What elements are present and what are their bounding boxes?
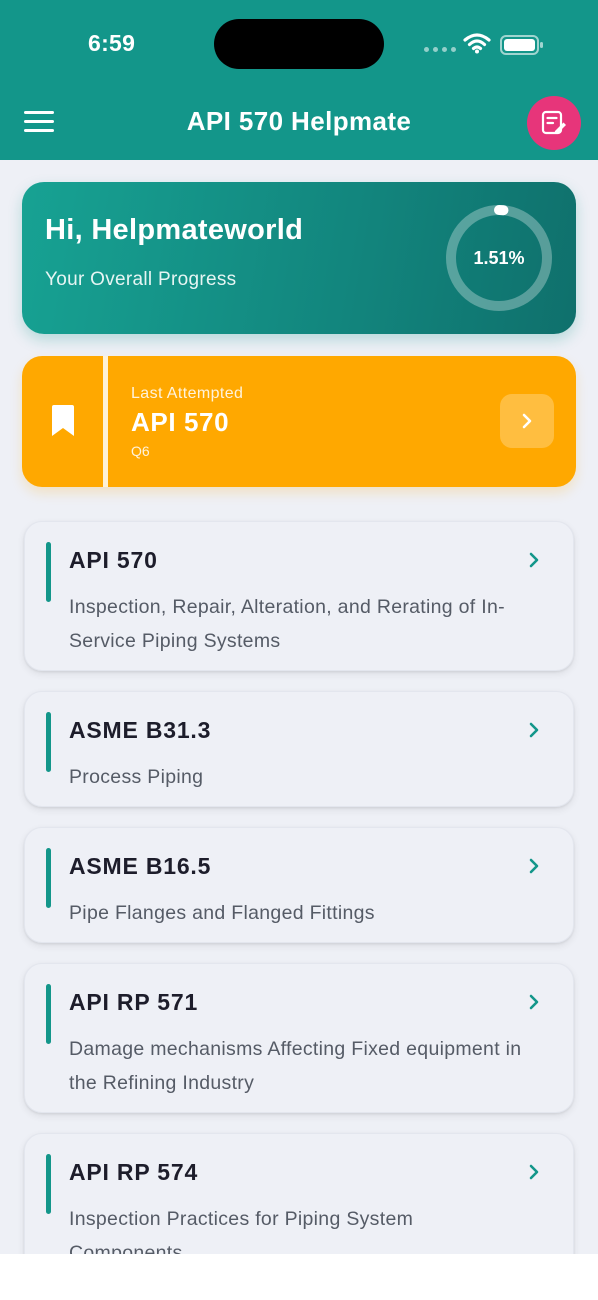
book-card-api-570[interactable]: API 570 Inspection, Repair, Alteration, … bbox=[24, 521, 574, 671]
book-title: API 570 bbox=[69, 547, 158, 573]
cellular-signal-icon bbox=[424, 47, 456, 52]
progress-percent: 1.51% bbox=[473, 247, 525, 268]
status-time: 6:59 bbox=[88, 30, 136, 56]
chevron-right-icon bbox=[529, 994, 539, 1010]
last-attempted-divider bbox=[103, 356, 108, 487]
app-header: 6:59 API 570 Helpmate bbox=[0, 0, 598, 160]
book-title: API RP 574 bbox=[69, 1159, 199, 1185]
accent-bar bbox=[46, 1154, 51, 1214]
battery-icon bbox=[500, 35, 543, 55]
book-card-asme-b16-5[interactable]: ASME B16.5 Pipe Flanges and Flanged Fitt… bbox=[24, 827, 574, 943]
chevron-right-icon bbox=[522, 413, 532, 429]
chevron-right-icon bbox=[529, 552, 539, 568]
app-screen: 6:59 API 570 Helpmate Hi, Helpmateworld … bbox=[0, 0, 598, 1300]
accent-bar bbox=[46, 848, 51, 908]
last-attempted-label: Last Attempted bbox=[131, 385, 244, 402]
book-description: Pipe Flanges and Flanged Fittings bbox=[69, 902, 375, 924]
last-attempted-question: Q6 bbox=[131, 443, 150, 459]
accent-bar bbox=[46, 542, 51, 602]
book-title: API RP 571 bbox=[69, 989, 199, 1015]
wifi-icon bbox=[463, 33, 491, 54]
last-attempted-title: API 570 bbox=[131, 407, 230, 437]
book-description: Process Piping bbox=[69, 766, 204, 788]
dynamic-island bbox=[214, 19, 384, 69]
book-description: Inspection, Repair, Alteration, and Rera… bbox=[69, 596, 505, 652]
book-description: Damage mechanisms Affecting Fixed equipm… bbox=[69, 1038, 522, 1094]
app-title: API 570 Helpmate bbox=[186, 106, 412, 136]
progress-card: Hi, Helpmateworld Your Overall Progress … bbox=[22, 182, 576, 334]
bookmark-icon bbox=[52, 405, 74, 436]
chevron-right-icon bbox=[529, 722, 539, 738]
book-title: ASME B16.5 bbox=[69, 853, 212, 879]
greeting-text: Hi, Helpmateworld bbox=[45, 214, 304, 246]
accent-bar bbox=[46, 712, 51, 772]
book-title: ASME B31.3 bbox=[69, 717, 212, 743]
resume-button[interactable] bbox=[500, 394, 554, 448]
accent-bar bbox=[46, 984, 51, 1044]
chevron-right-icon bbox=[529, 1164, 539, 1180]
last-attempted-card[interactable]: Last Attempted API 570 Q6 bbox=[22, 356, 576, 487]
book-card-api-rp-571[interactable]: API RP 571 Damage mechanisms Affecting F… bbox=[24, 963, 574, 1113]
chevron-right-icon bbox=[529, 858, 539, 874]
edit-notes-icon bbox=[541, 110, 566, 135]
book-card-asme-b31-3[interactable]: ASME B31.3 Process Piping bbox=[24, 691, 574, 807]
progress-label: Your Overall Progress bbox=[45, 269, 237, 290]
bottom-fade bbox=[0, 1254, 598, 1300]
edit-notes-button[interactable] bbox=[527, 96, 581, 150]
